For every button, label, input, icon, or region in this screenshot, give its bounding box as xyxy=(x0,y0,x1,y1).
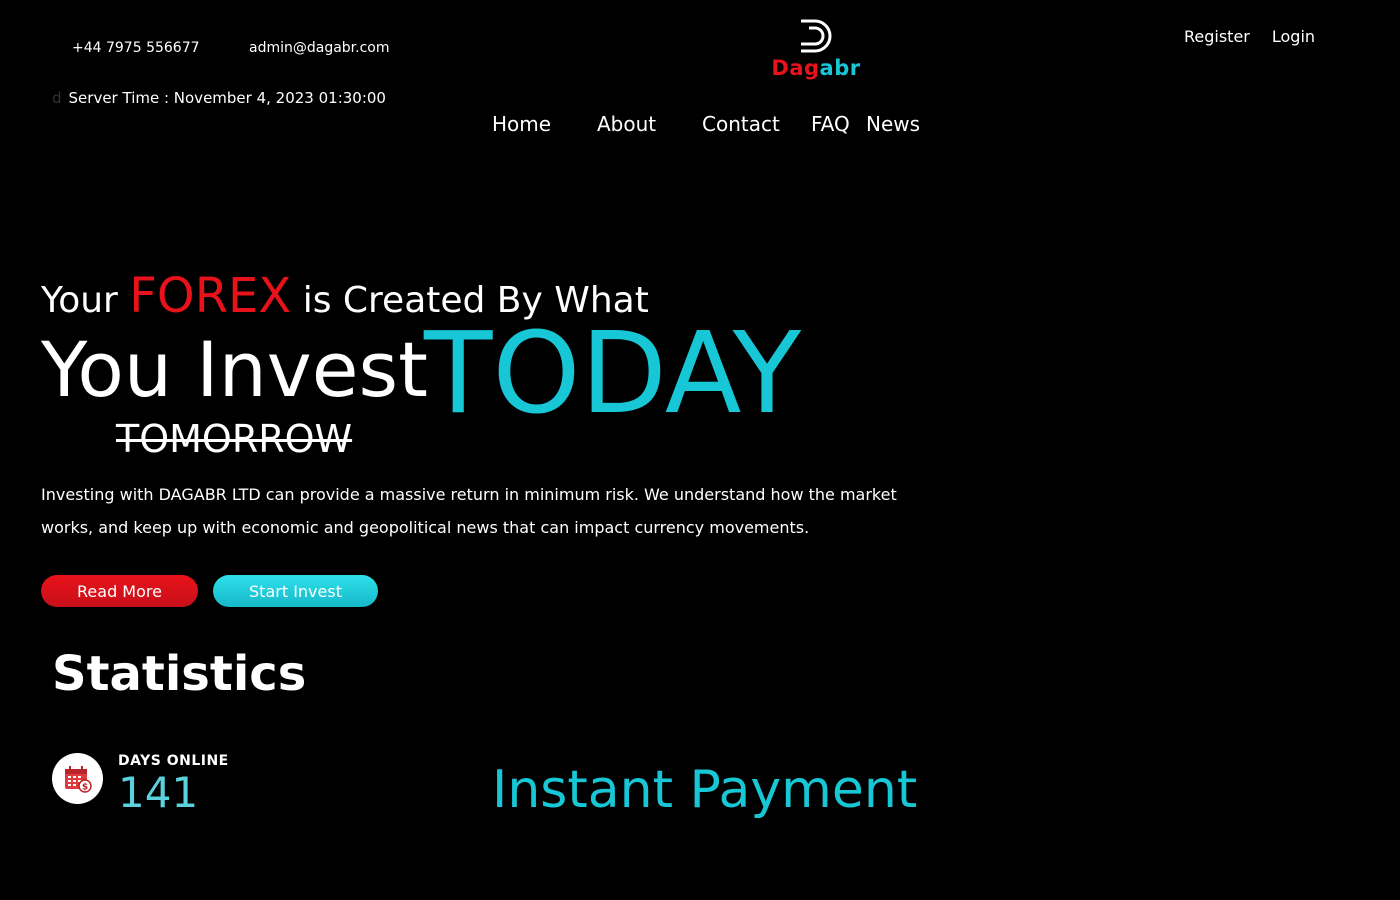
statistics-title: Statistics xyxy=(52,646,307,702)
hero-highlight: FOREX xyxy=(129,268,292,324)
clock-icon: d xyxy=(52,89,62,107)
server-time: d Server Time : November 4, 2023 01:30:0… xyxy=(52,89,386,107)
hero-headline-pre: Your xyxy=(41,280,130,321)
days-online-label: DAYS ONLINE xyxy=(118,753,229,769)
instant-payment-heading: Instant Payment xyxy=(492,760,918,820)
nav-faq[interactable]: FAQ xyxy=(811,112,850,136)
register-link[interactable]: Register xyxy=(1184,27,1250,46)
contact-email[interactable]: admin@dagabr.com xyxy=(249,40,390,56)
calendar-money-icon: $ xyxy=(52,753,103,804)
nav-contact[interactable]: Contact xyxy=(702,112,780,136)
start-invest-button[interactable]: Start Invest xyxy=(213,575,378,607)
read-more-button[interactable]: Read More xyxy=(41,575,198,607)
auth-links: Register Login xyxy=(1184,27,1315,46)
days-online-value: 141 xyxy=(118,768,199,817)
logo-wordmark: Dagabr xyxy=(766,56,866,80)
svg-text:$: $ xyxy=(81,782,87,792)
hero-today: TODAY xyxy=(424,309,802,439)
contact-phone[interactable]: +44 7975 556677 xyxy=(72,40,200,56)
login-link[interactable]: Login xyxy=(1272,27,1315,46)
logo-word-cyan: abr xyxy=(819,56,861,80)
logo-word-red: Dag xyxy=(771,56,820,80)
d-logo-icon xyxy=(801,19,832,53)
hero-struck-word: TOMORROW xyxy=(116,417,353,461)
hero-description: Investing with DAGABR LTD can provide a … xyxy=(41,485,897,537)
nav-about[interactable]: About xyxy=(597,112,656,136)
hero-subheadline: You Invest xyxy=(41,325,428,414)
server-time-text: Server Time : November 4, 2023 01:30:00 xyxy=(68,89,386,107)
site-logo[interactable]: Dagabr xyxy=(766,18,866,80)
nav-home[interactable]: Home xyxy=(492,112,551,136)
nav-news[interactable]: News xyxy=(866,112,920,136)
